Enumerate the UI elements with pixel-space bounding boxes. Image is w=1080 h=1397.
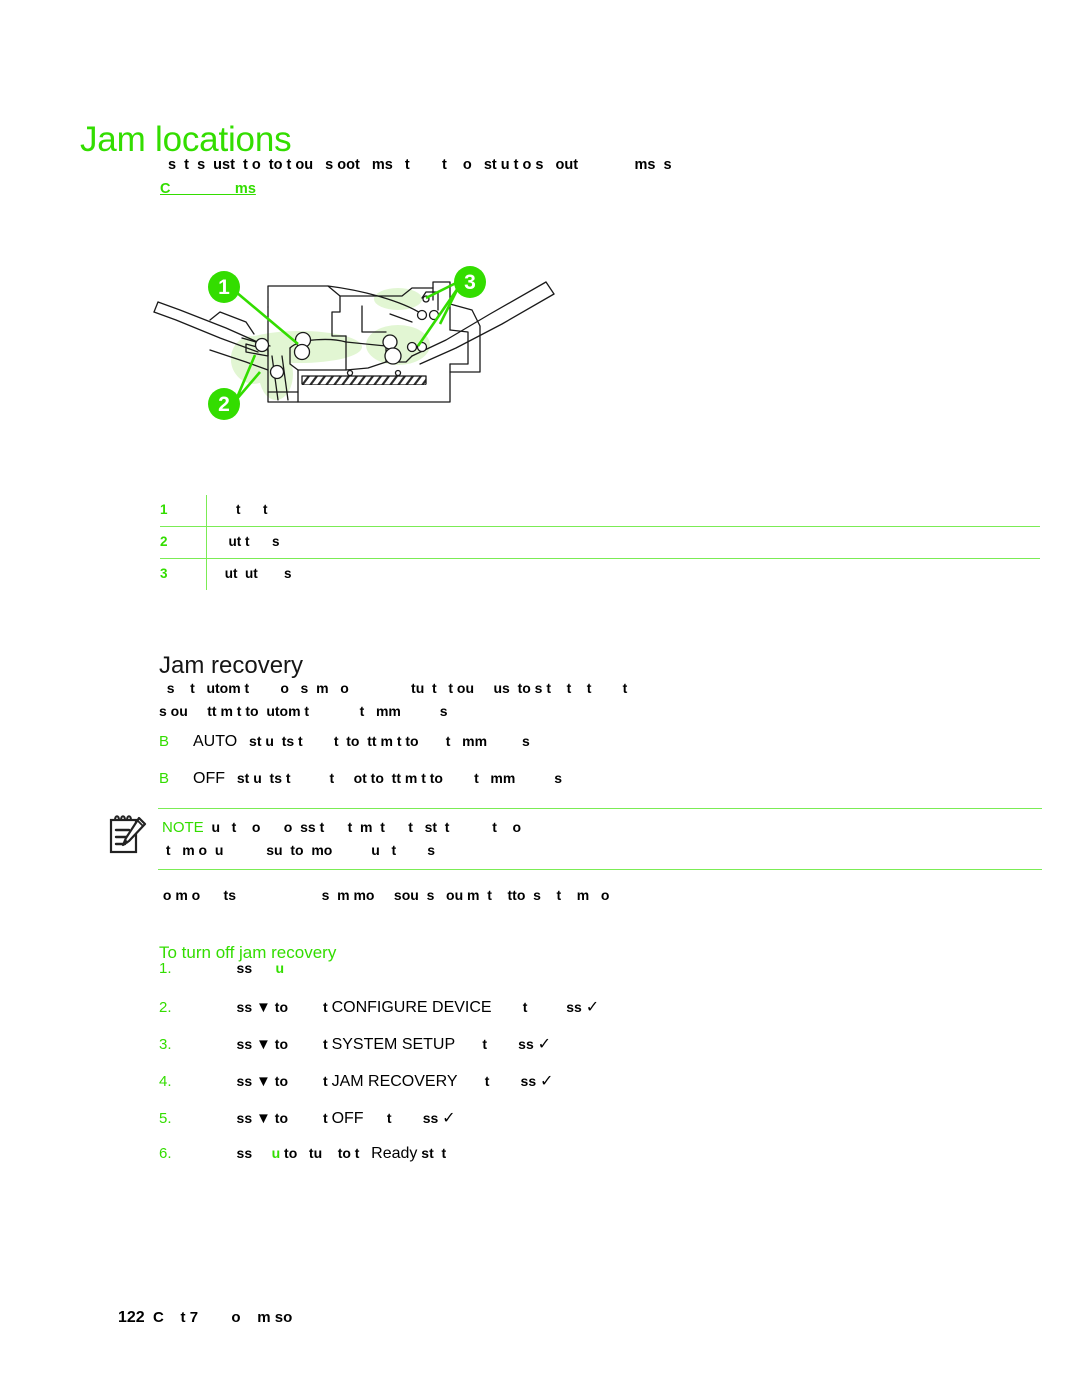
intro-paragraph: s t s ust t o to t ou s oot ms t t o st …: [160, 153, 1040, 201]
step-text-run: ss: [221, 1145, 272, 1161]
table-row: 3 ut ut s: [160, 558, 1040, 590]
step-text-run: t ss: [363, 1110, 443, 1126]
section-heading-jam-recovery: Jam recovery: [159, 651, 304, 679]
after-note-paragraph: o m o ts s m mo sou s ou m t tto s t m o: [159, 887, 610, 903]
step-number: 4.: [159, 1073, 172, 1090]
list-item: 2. ss ▼ to t CONFIGURE DEVICE t ss ✓: [159, 997, 1049, 1034]
callout-row-number: 1: [160, 495, 207, 527]
option-description: st u ts t t to tt m t to t mm s: [245, 733, 530, 749]
step-text-run: to: [270, 1073, 320, 1089]
intro-text: s t s ust t o to t ou s oot ms t t o st …: [160, 157, 672, 173]
down-arrow-icon: ▼: [256, 1110, 271, 1127]
table-row: 1 t t: [160, 495, 1040, 527]
list-item: 1. ss u: [159, 960, 1049, 997]
list-item: B OFF st u ts t t ot to tt m t to t mm s: [159, 770, 1049, 807]
document-page: Jam locations s t s ust t o to t ou s oo…: [0, 0, 1080, 1397]
step-content: ss ▼ to t CONFIGURE DEVICE t ss ✓: [221, 997, 600, 1017]
callout-row-description: ut ut s: [206, 558, 1040, 590]
step-text-run: t: [319, 1110, 332, 1126]
list-item: 3. ss ▼ to t SYSTEM SETUP t ss ✓: [159, 1034, 1049, 1071]
step-text-run: ss: [221, 1110, 257, 1126]
step-number: 2.: [159, 999, 172, 1016]
step-text-run: t: [319, 1036, 332, 1052]
table-row: 2 ut t s: [160, 526, 1040, 559]
callout-bubble-1-label: 1: [218, 276, 230, 299]
list-item: B AUTO st u ts t t to tt m t to t mm s: [159, 733, 1049, 770]
list-item: 5. ss ▼ to t OFF t ss ✓: [159, 1108, 1049, 1145]
step-number: 3.: [159, 1036, 172, 1053]
page-footer: 122 C t 7 o m so: [118, 1309, 292, 1327]
step-text-run: t ss: [457, 1073, 540, 1089]
step-text-run: t ss: [455, 1036, 538, 1052]
menu-keyword: CONFIGURE DEVICE: [331, 999, 492, 1016]
step-text-run: ss: [221, 999, 257, 1015]
jam-recovery-paragraph: s t utom t o s m o tu t t ou us to s t t…: [159, 680, 628, 719]
bullet-icon: B: [159, 733, 170, 750]
step-text-run: t ss: [491, 999, 586, 1015]
footer-page-number: 122: [118, 1309, 145, 1326]
step-text-run: to: [270, 1036, 320, 1052]
callout-row-description: t t: [221, 502, 268, 517]
step-number: 1.: [159, 960, 172, 977]
down-arrow-icon: ▼: [256, 1036, 271, 1053]
step-text-run: t: [319, 999, 332, 1015]
note-content: NOTE u t o o ss t t m t t st t t o t m o…: [158, 809, 1042, 869]
checkmark-icon: ✓: [585, 999, 600, 1016]
down-arrow-icon: ▼: [256, 999, 271, 1016]
step-content: ss ▼ to t JAM RECOVERY t ss ✓: [221, 1071, 554, 1091]
step-text-run: ss: [221, 960, 276, 976]
callout-bubble-2-label: 2: [218, 393, 230, 416]
callout-row-number: 2: [160, 526, 207, 559]
step-text-run: to tu to t: [280, 1145, 372, 1161]
list-item: 6. ss u to tu to t Ready st t: [159, 1145, 1049, 1182]
callout-row-number: 3: [160, 558, 207, 590]
step-content: ss ▼ to t SYSTEM SETUP t ss ✓: [221, 1034, 551, 1054]
checkmark-icon: ✓: [442, 1110, 456, 1127]
step-number: 6.: [159, 1145, 172, 1162]
step-text-run: ss: [221, 1036, 257, 1052]
note-pencil-icon: [108, 813, 148, 857]
step-content: ss ▼ to t OFF t ss ✓: [221, 1108, 456, 1128]
jam-recovery-options-list: B AUTO st u ts t t to tt m t to t mm s B…: [159, 733, 1049, 807]
menu-keyword: SYSTEM SETUP: [331, 1036, 456, 1053]
step-text-run: ss: [221, 1073, 257, 1089]
highlighted-term: u: [275, 960, 285, 976]
callout-row-description: ut t s: [206, 526, 1040, 559]
paper-stack-hatch: [302, 376, 426, 385]
footer-text: C t 7 o m so: [144, 1309, 293, 1326]
note-text: u t o o ss t t m t t st t t o t m o u su…: [165, 819, 522, 858]
callout-bubble-3-label: 3: [464, 271, 476, 294]
step-content: ss u to tu to t Ready st t: [221, 1145, 447, 1163]
step-text-run: to: [270, 999, 320, 1015]
option-keyword-auto: AUTO: [193, 733, 238, 750]
checkmark-icon: ✓: [540, 1073, 554, 1090]
note-label: NOTE: [162, 819, 204, 836]
bullet-icon: B: [159, 770, 170, 787]
step-text-run: st t: [417, 1145, 447, 1161]
step-text-run: to: [270, 1110, 320, 1126]
printer-diagram: 1 2 3: [150, 252, 570, 437]
down-arrow-icon: ▼: [256, 1073, 271, 1090]
note-callout-box: NOTE u t o o ss t t m t t st t t o t m o…: [109, 808, 1042, 870]
menu-keyword: Ready: [371, 1145, 418, 1162]
option-description: st u ts t t ot to tt m t to t mm s: [233, 770, 563, 786]
step-text-run: t: [319, 1073, 332, 1089]
cross-reference-link[interactable]: C ms: [160, 181, 256, 197]
step-number: 5.: [159, 1110, 172, 1127]
step-content: ss u: [221, 960, 284, 976]
option-keyword-off: OFF: [193, 770, 225, 787]
checkmark-icon: ✓: [537, 1036, 552, 1053]
menu-keyword: OFF: [331, 1110, 364, 1127]
highlighted-term: u: [271, 1145, 281, 1161]
menu-keyword: JAM RECOVERY: [331, 1073, 458, 1090]
list-item: 4. ss ▼ to t JAM RECOVERY t ss ✓: [159, 1071, 1049, 1108]
procedure-steps: 1. ss u 2. ss ▼ to t CONFIGURE DEVICE t …: [159, 960, 1049, 1182]
callout-legend-table: 1 t t 2 ut t s 3 ut ut s: [160, 495, 1040, 590]
